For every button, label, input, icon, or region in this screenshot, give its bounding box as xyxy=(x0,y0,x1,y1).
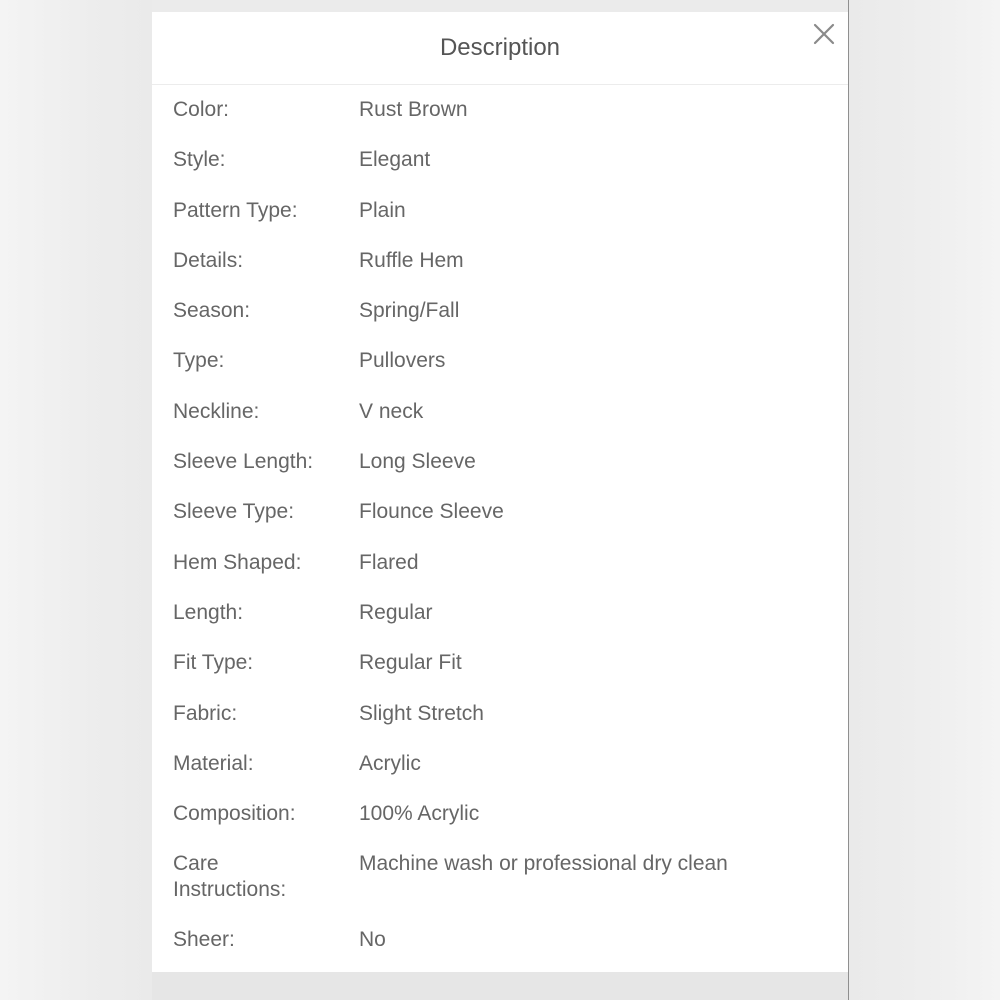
spec-row-color: Color: Rust Brown xyxy=(152,97,848,147)
spec-value: Long Sleeve xyxy=(359,450,476,474)
spec-value: Slight Stretch xyxy=(359,701,484,725)
modal-header: Description xyxy=(152,12,848,85)
backdrop-right[interactable] xyxy=(848,0,1000,1000)
spec-value: Ruffle Hem xyxy=(359,248,464,272)
spec-label: Fabric: xyxy=(173,701,238,725)
spec-value: Regular Fit xyxy=(359,651,462,675)
spec-row-pattern-type: Pattern Type: Plain xyxy=(152,198,848,248)
spec-label: Color: xyxy=(173,98,230,121)
spec-row-sleeve-type: Sleeve Type: Flounce Sleeve xyxy=(152,499,848,549)
spec-label: Neckline: xyxy=(173,399,260,423)
spec-row-neckline: Neckline: V neck xyxy=(152,399,848,449)
spec-value: Plain xyxy=(359,198,406,222)
spec-value: Regular xyxy=(359,600,433,624)
spec-row-length: Length: Regular xyxy=(152,600,848,650)
spec-label: Sleeve Length: xyxy=(173,450,314,474)
spec-row-type: Type: Pullovers xyxy=(152,348,848,398)
spec-list: Color: Rust Brown Style: Elegant Pattern… xyxy=(152,97,848,978)
close-button[interactable] xyxy=(810,20,838,48)
description-modal: Description Color: Rust Brown Style: Ele… xyxy=(152,12,848,972)
spec-value: V neck xyxy=(359,399,424,423)
spec-label: Length: xyxy=(173,600,244,624)
spec-label: Composition: xyxy=(173,802,296,826)
spec-row-details: Details: Ruffle Hem xyxy=(152,248,848,298)
spec-row-sleeve-length: Sleeve Length: Long Sleeve xyxy=(152,449,848,499)
close-icon xyxy=(813,23,835,45)
spec-row-fit-type: Fit Type: Regular Fit xyxy=(152,650,848,700)
spec-label: Hem Shaped: xyxy=(173,550,302,574)
spec-value: Flared xyxy=(359,550,419,574)
spec-label: Sheer: xyxy=(173,928,235,952)
spec-value: Elegant xyxy=(359,148,431,172)
spec-value: No xyxy=(359,928,386,952)
spec-row-care-instructions: Care Instructions: Machine wash or profe… xyxy=(152,851,848,927)
spec-label: Pattern Type: xyxy=(173,198,298,222)
spec-label: Season: xyxy=(173,299,251,323)
spec-row-material: Material: Acrylic xyxy=(152,751,848,801)
spec-label: Material: xyxy=(173,751,254,775)
spec-label: Style: xyxy=(173,148,226,172)
spec-value: Spring/Fall xyxy=(359,299,460,323)
spec-label: Details: xyxy=(173,248,244,272)
backdrop-left[interactable] xyxy=(0,0,152,1000)
spec-value: Pullovers xyxy=(359,349,446,373)
modal-title: Description xyxy=(439,34,561,61)
spec-value: Rust Brown xyxy=(359,98,468,121)
spec-row-composition: Composition: 100% Acrylic xyxy=(152,801,848,851)
backdrop-top xyxy=(152,0,848,12)
spec-label: Care Instructions: xyxy=(173,852,287,902)
spec-value: Machine wash or professional dry clean xyxy=(359,852,728,876)
spec-label: Type: xyxy=(173,349,225,373)
spec-row-sheer: Sheer: No xyxy=(152,927,848,977)
spec-value: Acrylic xyxy=(359,751,421,775)
spec-row-season: Season: Spring/Fall xyxy=(152,298,848,348)
spec-label: Fit Type: xyxy=(173,651,254,675)
spec-row-fabric: Fabric: Slight Stretch xyxy=(152,701,848,751)
spec-value: Flounce Sleeve xyxy=(359,500,504,524)
spec-row-style: Style: Elegant xyxy=(152,147,848,197)
spec-row-hem-shaped: Hem Shaped: Flared xyxy=(152,550,848,600)
spec-value: 100% Acrylic xyxy=(359,802,480,826)
spec-label: Sleeve Type: xyxy=(173,500,295,524)
